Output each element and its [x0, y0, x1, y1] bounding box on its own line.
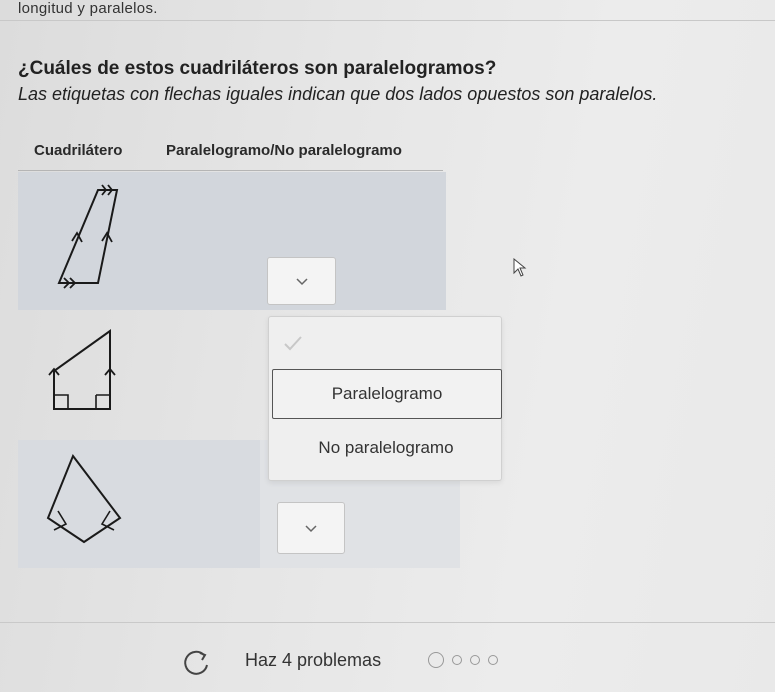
footer-divider [0, 622, 775, 623]
parallelogram-shape [57, 184, 119, 289]
divider [0, 20, 775, 21]
progress-dots [428, 652, 498, 668]
dropdown-row-1[interactable] [267, 257, 336, 305]
question-title: ¿Cuáles de estos cuadriláteros son paral… [18, 58, 497, 79]
column-header-classification: Paralelogramo/No paralelogramo [166, 142, 402, 159]
column-header-quadrilateral: Cuadrilátero [34, 142, 123, 159]
check-icon [284, 336, 302, 351]
table-header-divider [18, 170, 443, 171]
dropdown-row-3[interactable] [277, 502, 345, 554]
progress-dot [488, 655, 498, 665]
refresh-icon[interactable] [180, 649, 212, 677]
kite-shape [46, 453, 122, 544]
chevron-down-icon [305, 525, 317, 533]
problem-count-text: Haz 4 problemas [245, 650, 382, 670]
question-subtitle: Las etiquetas con flechas iguales indica… [18, 84, 658, 104]
progress-dot [470, 655, 480, 665]
option-no-paralelogramo[interactable]: No paralelogramo [272, 428, 500, 468]
mouse-cursor-icon [513, 258, 527, 277]
top-text: longitud y paralelos. [18, 0, 158, 17]
option-paralelogramo[interactable]: Paralelogramo [272, 369, 502, 419]
trapezoid-shape [48, 329, 116, 410]
progress-dot [428, 652, 444, 668]
chevron-down-icon [295, 278, 308, 286]
progress-dot [452, 655, 462, 665]
